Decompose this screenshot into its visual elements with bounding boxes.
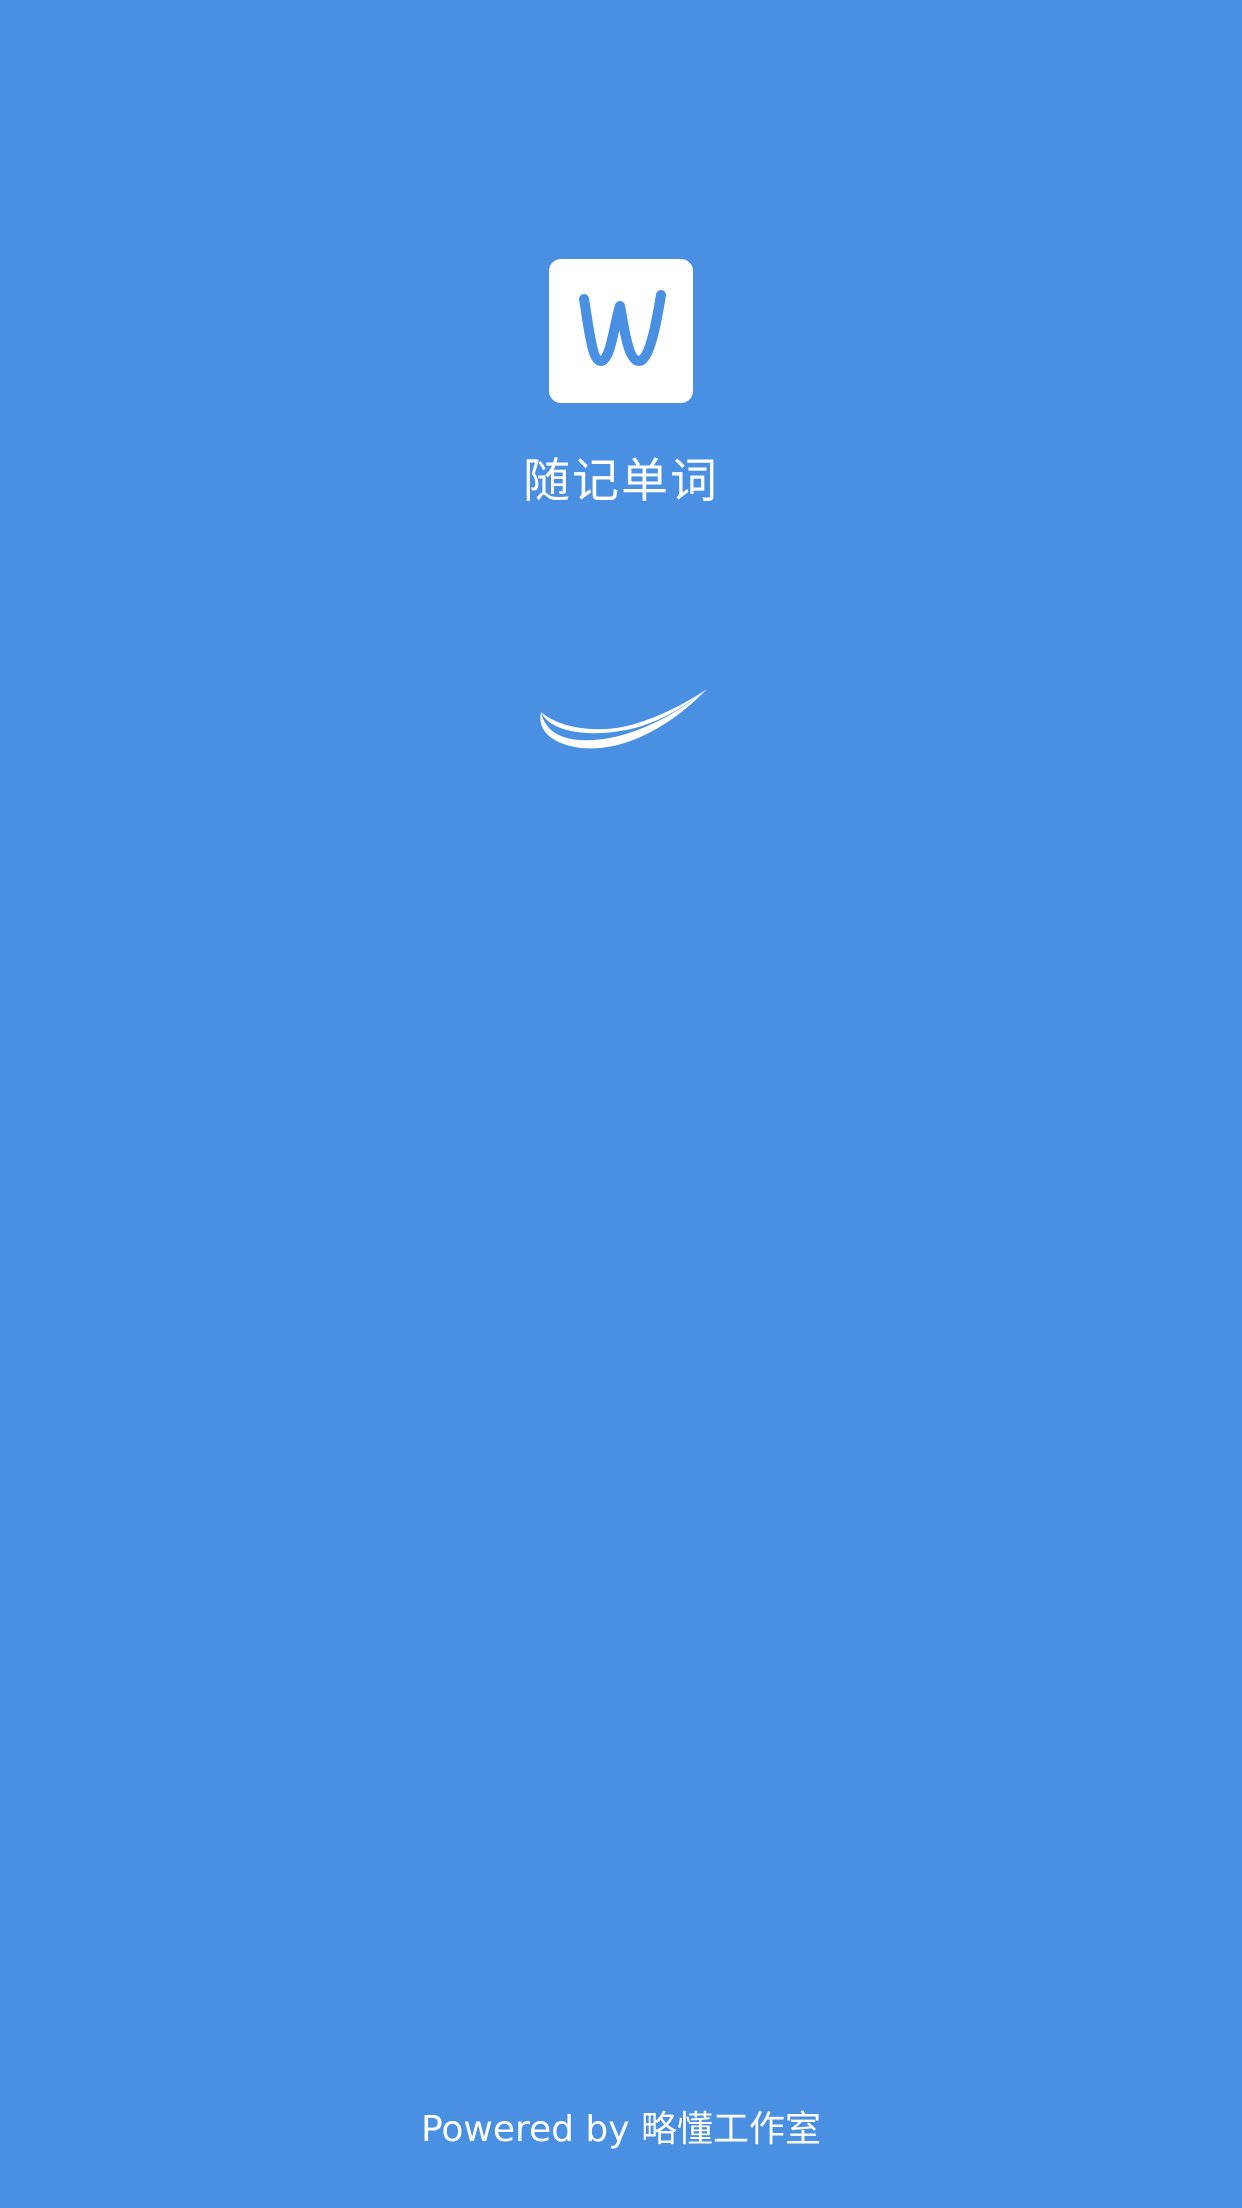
app-logo <box>549 259 693 403</box>
powered-by-footer: Powered by 略懂工作室 <box>420 2109 822 2150</box>
splash-screen: 随记单词 Powered by 略懂工作室 <box>0 0 1242 2208</box>
app-name: 随记单词 <box>523 454 719 509</box>
loading-swoosh-icon <box>540 689 707 749</box>
w-letter-logo-icon <box>579 290 666 366</box>
